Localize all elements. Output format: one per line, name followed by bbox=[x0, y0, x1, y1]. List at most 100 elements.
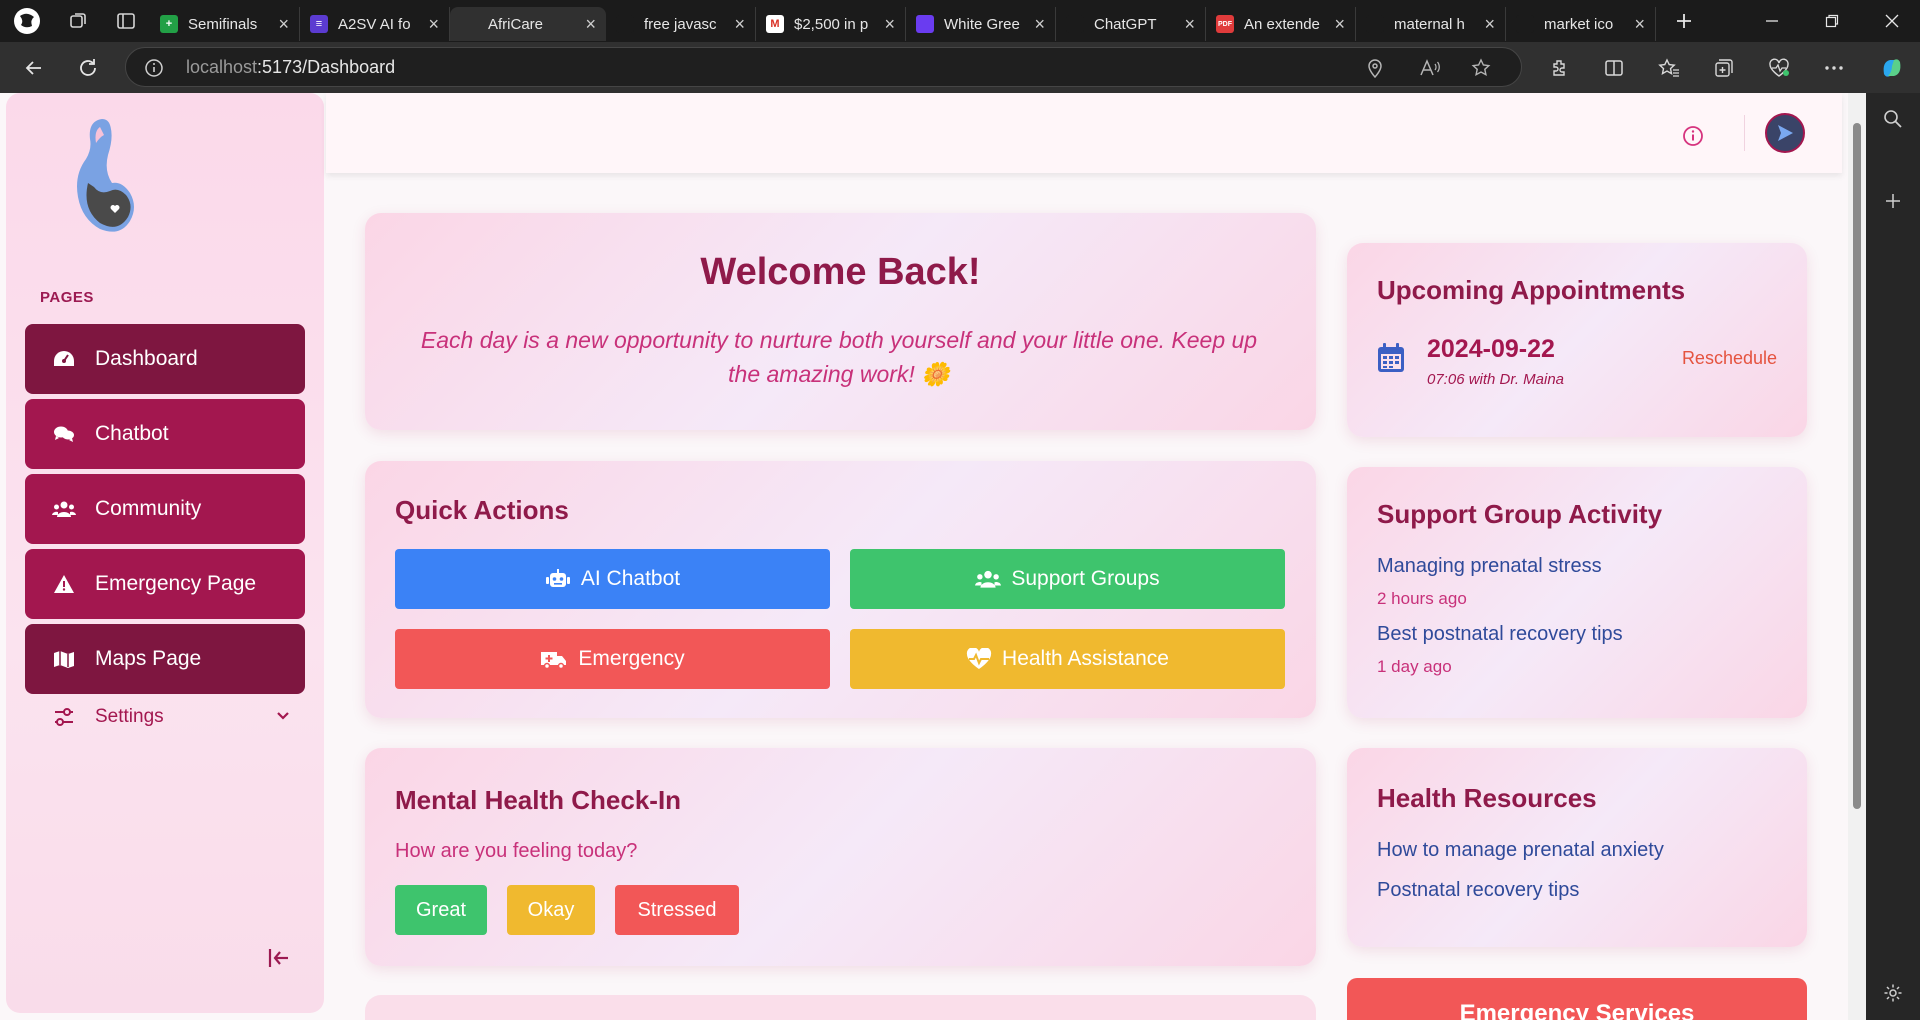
address-toolbar: localhost:5173/Dashboard bbox=[0, 42, 1920, 93]
tab-close-icon[interactable]: × bbox=[1484, 14, 1495, 35]
close-window-icon[interactable] bbox=[1862, 0, 1920, 42]
tab-close-icon[interactable]: × bbox=[884, 14, 895, 35]
support-topic-link[interactable]: Best postnatal recovery tips bbox=[1377, 623, 1623, 646]
chevron-down-icon[interactable] bbox=[275, 707, 291, 729]
emergency-label: Emergency bbox=[578, 647, 685, 670]
tab-label: Semifinals bbox=[188, 15, 258, 33]
url-host: localhost bbox=[186, 56, 258, 77]
favorite-star-icon[interactable] bbox=[1467, 54, 1495, 82]
tab-close-icon[interactable]: × bbox=[734, 14, 745, 35]
support-activity-title: Support Group Activity bbox=[1377, 499, 1663, 529]
info-icon[interactable] bbox=[1678, 121, 1708, 151]
support-groups-button[interactable]: Support Groups bbox=[850, 549, 1285, 609]
browser-tab[interactable]: market ico × bbox=[1506, 7, 1656, 41]
settings-gear-icon[interactable] bbox=[1866, 973, 1920, 1013]
tab-close-icon[interactable]: × bbox=[585, 14, 596, 35]
mental-health-card: Mental Health Check-In How are you feeli… bbox=[365, 748, 1316, 966]
browser-tab[interactable]: free javasc × bbox=[606, 7, 756, 41]
new-tab-icon[interactable] bbox=[1660, 0, 1708, 42]
browser-tab[interactable]: + Semifinals × bbox=[150, 7, 300, 41]
health-heart-icon[interactable] bbox=[1761, 50, 1797, 86]
add-icon[interactable] bbox=[1866, 181, 1920, 221]
page-viewport: PAGES Dashboard Chatbot Community Emerge… bbox=[0, 93, 1866, 1020]
sidebar-item-label: Dashboard bbox=[95, 347, 198, 370]
browser-tab[interactable]: ChatGPT × bbox=[1056, 7, 1206, 41]
tab-favicon-icon: PDF bbox=[1216, 15, 1234, 33]
sidebar-item-label: Community bbox=[95, 497, 202, 520]
avatar[interactable] bbox=[1765, 113, 1805, 153]
tab-favicon-icon bbox=[1066, 15, 1084, 33]
tab-label: An extende bbox=[1244, 15, 1320, 33]
mood-okay-button[interactable]: Okay bbox=[507, 885, 595, 935]
tab-favicon-icon bbox=[1366, 15, 1384, 33]
quick-actions-title: Quick Actions bbox=[395, 495, 569, 525]
tab-close-icon[interactable]: × bbox=[1634, 14, 1645, 35]
calendar-icon bbox=[1377, 343, 1405, 378]
site-info-icon[interactable] bbox=[140, 54, 168, 82]
url-text: localhost:5173/Dashboard bbox=[186, 57, 395, 78]
tab-close-icon[interactable]: × bbox=[1334, 14, 1345, 35]
mood-stressed-button[interactable]: Stressed bbox=[615, 885, 739, 935]
health-resources-card: Health Resources How to manage prenatal … bbox=[1347, 748, 1807, 947]
health-assistance-button[interactable]: Health Assistance bbox=[850, 629, 1285, 689]
url-input[interactable]: localhost:5173/Dashboard bbox=[125, 47, 1522, 87]
tab-label: $2,500 in p bbox=[794, 15, 869, 33]
tab-close-icon[interactable]: × bbox=[428, 14, 439, 35]
sidebar-item-maps[interactable]: Maps Page bbox=[25, 624, 305, 694]
dashboard-icon bbox=[49, 344, 79, 374]
map-icon bbox=[49, 644, 79, 674]
extensions-icon[interactable] bbox=[1541, 50, 1577, 86]
sidebar-item-dashboard[interactable]: Dashboard bbox=[25, 324, 305, 394]
split-screen-icon[interactable] bbox=[1596, 50, 1632, 86]
favorites-icon[interactable] bbox=[1651, 50, 1687, 86]
mood-great-button[interactable]: Great bbox=[395, 885, 487, 935]
resource-link[interactable]: How to manage prenatal anxiety bbox=[1377, 839, 1664, 862]
browser-tab[interactable]: White Gree × bbox=[906, 7, 1056, 41]
sidebar-item-emergency[interactable]: Emergency Page bbox=[25, 549, 305, 619]
tab-close-icon[interactable]: × bbox=[1034, 14, 1045, 35]
browser-tab[interactable]: AfriCare × bbox=[450, 7, 606, 41]
browser-tab[interactable]: PDF An extende × bbox=[1206, 7, 1356, 41]
restore-icon[interactable] bbox=[1802, 0, 1862, 42]
profile-icon[interactable] bbox=[0, 0, 54, 42]
read-aloud-icon[interactable] bbox=[1416, 54, 1444, 82]
tab-actions-icon[interactable] bbox=[102, 0, 150, 42]
health-resources-title: Health Resources bbox=[1377, 783, 1597, 813]
browser-tab[interactable]: M $2,500 in p × bbox=[756, 7, 906, 41]
collections-icon[interactable] bbox=[1706, 50, 1742, 86]
tab-favicon-icon bbox=[616, 15, 634, 33]
emergency-services-card[interactable]: Emergency Services bbox=[1347, 978, 1807, 1020]
search-icon[interactable] bbox=[1866, 99, 1920, 139]
more-menu-icon[interactable] bbox=[1816, 50, 1852, 86]
tab-favicon-icon bbox=[1516, 15, 1534, 33]
emergency-button[interactable]: Emergency bbox=[395, 629, 830, 689]
location-icon[interactable] bbox=[1361, 54, 1389, 82]
tab-close-icon[interactable]: × bbox=[1184, 14, 1195, 35]
tab-close-icon[interactable]: × bbox=[278, 14, 289, 35]
ai-chatbot-label: AI Chatbot bbox=[580, 567, 681, 590]
tab-label: White Gree bbox=[944, 15, 1020, 33]
copilot-icon[interactable] bbox=[1874, 50, 1910, 86]
back-icon[interactable] bbox=[16, 50, 52, 86]
scrollbar-thumb[interactable] bbox=[1853, 123, 1861, 809]
collapse-sidebar-icon[interactable] bbox=[262, 941, 296, 975]
reschedule-link[interactable]: Reschedule bbox=[1682, 348, 1777, 369]
resource-link[interactable]: Postnatal recovery tips bbox=[1377, 879, 1579, 902]
tab-label: ChatGPT bbox=[1094, 15, 1157, 33]
sidebar-item-community[interactable]: Community bbox=[25, 474, 305, 544]
support-topic-link[interactable]: Managing prenatal stress bbox=[1377, 555, 1602, 578]
workspaces-icon[interactable] bbox=[54, 0, 102, 42]
tab-label: free javasc bbox=[644, 15, 717, 33]
refresh-icon[interactable] bbox=[70, 50, 106, 86]
feeling-question: How are you feeling today? bbox=[395, 840, 638, 862]
pages-section-label: PAGES bbox=[40, 289, 94, 306]
scrollbar[interactable] bbox=[1848, 93, 1866, 1020]
sidebar-item-chatbot[interactable]: Chatbot bbox=[25, 399, 305, 469]
browser-tab[interactable]: ≡ A2SV AI fo × bbox=[300, 7, 450, 41]
sidebar-item-settings[interactable]: Settings bbox=[25, 697, 305, 737]
browser-tab[interactable]: maternal h × bbox=[1356, 7, 1506, 41]
tab-favicon-icon bbox=[916, 15, 934, 33]
minimize-icon[interactable] bbox=[1742, 0, 1802, 42]
tab-favicon-icon: M bbox=[766, 15, 784, 33]
ai-chatbot-button[interactable]: AI Chatbot bbox=[395, 549, 830, 609]
